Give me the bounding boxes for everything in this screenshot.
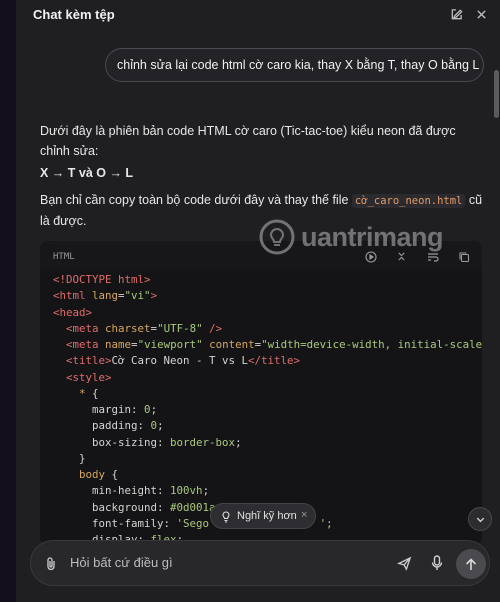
watermark-text: uantrimang — [301, 221, 444, 252]
think-harder-label: Nghĩ kỹ hơn — [237, 510, 297, 522]
think-chip-close-icon[interactable]: × — [301, 509, 307, 521]
code-line-8: * { — [79, 386, 99, 400]
chat-header: Chat kèm tệp — [16, 0, 500, 30]
user-message-text: chỉnh sửa lại code html cờ caro kia, tha… — [117, 58, 480, 72]
chat-title: Chat kèm tệp — [33, 7, 115, 22]
filename-code: cờ_caro_neon.html — [351, 194, 466, 208]
paperclip-icon[interactable] — [45, 556, 57, 576]
copy-instruction-prefix: Bạn chỉ cần copy toàn bộ code dưới đây v… — [40, 193, 352, 207]
left-sidebar-edge — [0, 0, 16, 602]
edit-icon[interactable] — [448, 6, 464, 22]
code-line-11: box-sizing: border-box; — [92, 435, 242, 449]
arrow-up-icon — [465, 557, 477, 570]
chat-input-bar[interactable]: Hỏi bất cứ điều gì — [30, 540, 490, 586]
code-line-4: <meta charset="UTF-8" /> — [66, 321, 223, 335]
close-icon[interactable] — [473, 6, 489, 22]
code-line-15: background: #0d001a — [92, 500, 216, 514]
chevron-down-icon — [476, 517, 484, 522]
code-block: HTML <!DOCTYPE html> <html lang="vi"> <h… — [40, 241, 482, 546]
code-line-7: <style> — [66, 370, 112, 384]
send-button[interactable] — [456, 549, 486, 579]
answer-mapping: X → T và O → L — [40, 166, 134, 180]
scrollbar-thumb[interactable] — [494, 70, 499, 118]
watermark-bulb-icon — [259, 219, 295, 255]
code-line-13: body { — [79, 468, 119, 481]
watermark-logo: uantrimang — [257, 213, 444, 261]
code-line-10: padding: 0; — [92, 419, 164, 433]
code-line-3: <head> — [53, 305, 93, 319]
code-line-5: <meta name="viewport" content="width=dev… — [66, 338, 482, 351]
code-line-12: } — [79, 451, 86, 465]
answer-intro: Dưới đây là phiên bản code HTML cờ caro … — [40, 124, 456, 158]
copy-icon[interactable] — [457, 250, 470, 263]
code-line-1: <!DOCTYPE html> — [53, 273, 151, 286]
code-line-14: min-height: 100vh; — [92, 484, 210, 498]
user-message-bubble: chỉnh sửa lại code html cờ caro kia, tha… — [105, 48, 484, 82]
code-line-9: margin: 0; — [92, 403, 158, 416]
code-line-6: <title>Cờ Caro Neon - T vs L</title> — [66, 354, 301, 368]
code-line-2: <html lang="vi"> — [53, 289, 158, 303]
microphone-icon[interactable] — [427, 553, 447, 573]
lightbulb-icon — [220, 510, 232, 526]
chat-input-placeholder[interactable]: Hỏi bất cứ điều gì — [70, 555, 173, 570]
think-harder-chip[interactable]: Nghĩ kỹ hơn × — [210, 503, 316, 529]
scroll-to-bottom-button[interactable] — [468, 507, 492, 531]
voice-send-icon[interactable] — [394, 553, 414, 573]
code-language-label: HTML — [53, 252, 75, 262]
